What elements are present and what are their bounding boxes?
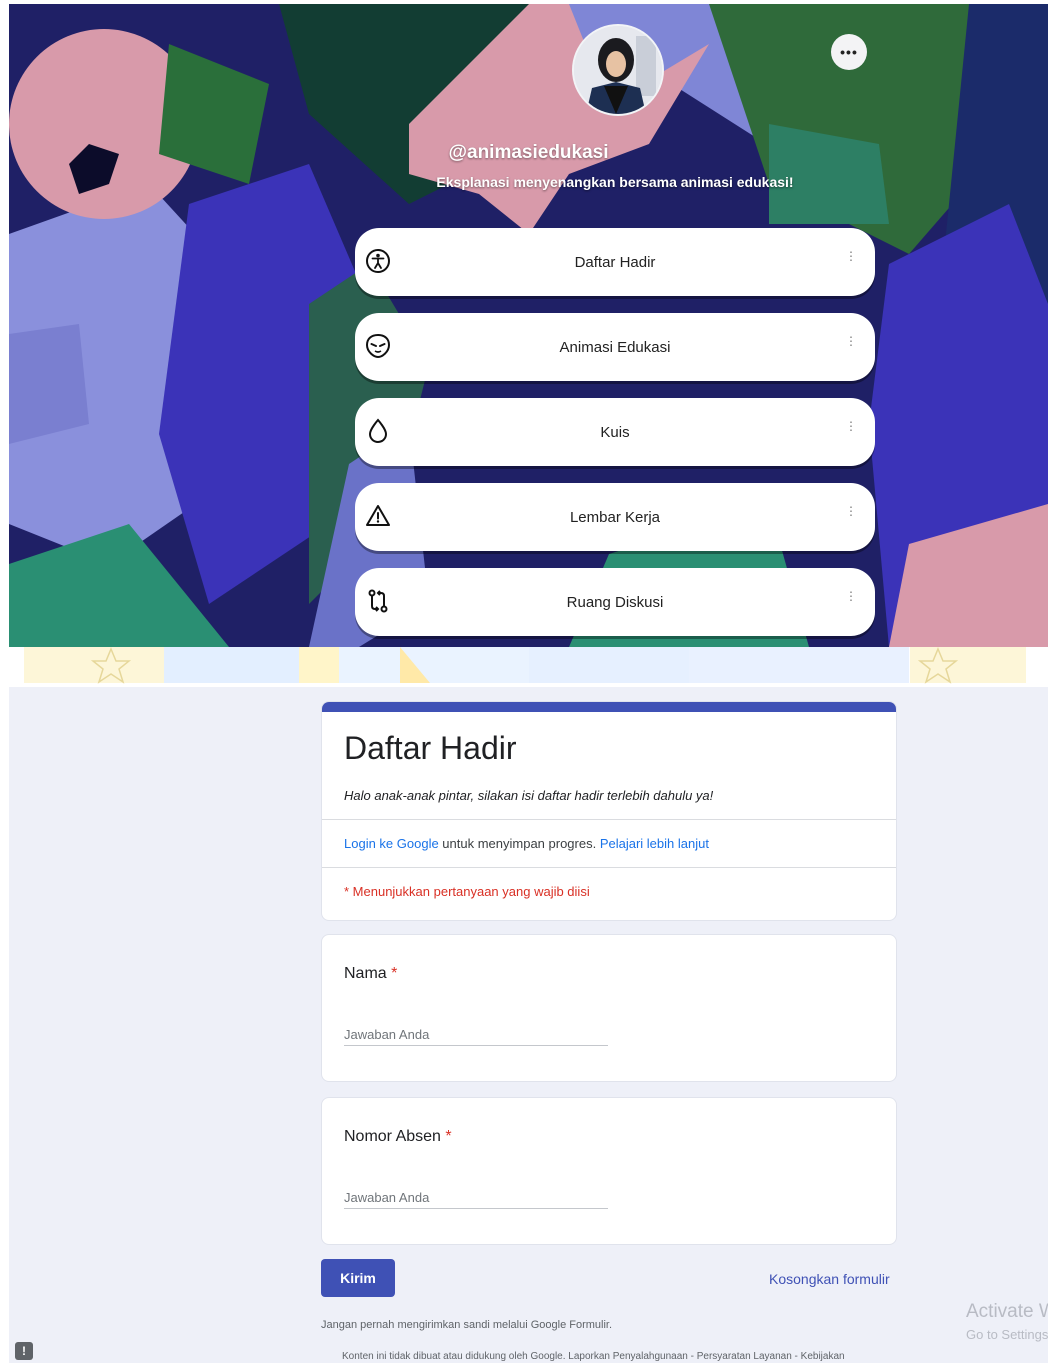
password-warning: Jangan pernah mengirimkan sandi melalui … — [321, 1319, 613, 1331]
stripes-decoration — [24, 647, 1026, 684]
required-star: * — [391, 965, 398, 982]
question-card-nomor-absen: Nomor Absen * — [321, 1097, 897, 1245]
login-notice: Login ke Google untuk menyimpan progres.… — [344, 836, 709, 851]
link-title: Ruang Diskusi — [566, 593, 664, 611]
profile-handle: @animasiedukasi — [448, 142, 609, 163]
question-card-nama: Nama * — [321, 934, 897, 1082]
link-more-icon[interactable]: ⋮ — [845, 505, 857, 517]
link-more-icon[interactable]: ⋮ — [845, 250, 857, 262]
link-card-ruang-diskusi[interactable]: Ruang Diskusi ⋮ — [355, 568, 875, 636]
required-star: * — [445, 1128, 452, 1145]
link-more-icon[interactable]: ⋮ — [845, 590, 857, 602]
linktree-panel: ••• @animasiedukasi Eksplanasi menyenang… — [9, 4, 1048, 647]
footer-note: Konten ini tidak dibuat atau didukung ol… — [342, 1351, 845, 1362]
avatar-photo — [574, 26, 662, 114]
divider — [322, 819, 896, 820]
login-text: untuk menyimpan progres. — [438, 836, 600, 851]
nama-input[interactable] — [344, 1023, 608, 1046]
link-card-lembar-kerja[interactable]: Lembar Kerja ⋮ — [355, 483, 875, 551]
divider — [322, 867, 896, 868]
question-label: Nomor Absen * — [344, 1128, 452, 1145]
decorative-strip — [0, 647, 1048, 687]
link-title: Animasi Edukasi — [559, 338, 671, 356]
form-title: Daftar Hadir — [344, 730, 517, 766]
activate-windows-watermark: Activate W Go to Settings — [966, 1301, 1048, 1342]
link-title: Lembar Kerja — [569, 508, 661, 526]
report-problem-icon[interactable]: ! — [15, 1342, 33, 1360]
login-google-link[interactable]: Login ke Google — [344, 836, 439, 851]
profile-more-button[interactable]: ••• — [831, 34, 867, 70]
link-card-kuis[interactable]: Kuis ⋮ — [355, 398, 875, 466]
submit-button[interactable]: Kirim — [321, 1259, 395, 1297]
accessibility-icon — [366, 249, 390, 273]
link-more-icon[interactable]: ⋮ — [845, 420, 857, 432]
google-form: Daftar Hadir Halo anak-anak pintar, sila… — [9, 687, 1048, 1363]
warning-triangle-icon — [366, 505, 390, 526]
link-more-icon[interactable]: ⋮ — [845, 335, 857, 347]
link-title: Daftar Hadir — [574, 253, 656, 271]
profile-bio: Eksplanasi menyenangkan bersama animasi … — [436, 174, 794, 190]
form-accent-bar — [322, 702, 896, 712]
pull-request-icon — [368, 589, 388, 613]
learn-more-link[interactable]: Pelajari lebih lanjut — [600, 836, 709, 851]
link-card-daftar-hadir[interactable]: Daftar Hadir ⋮ — [355, 228, 875, 296]
clear-form-link[interactable]: Kosongkan formulir — [769, 1271, 890, 1287]
nomor-absen-input[interactable] — [344, 1186, 608, 1209]
required-note: * Menunjukkan pertanyaan yang wajib diis… — [344, 884, 590, 899]
water-drop-icon — [368, 418, 388, 444]
form-description: Halo anak-anak pintar, silakan isi dafta… — [344, 788, 714, 803]
link-card-animasi-edukasi[interactable]: Animasi Edukasi ⋮ — [355, 313, 875, 381]
profile-avatar — [572, 24, 664, 116]
link-title: Kuis — [600, 423, 630, 441]
form-header-card: Daftar Hadir Halo anak-anak pintar, sila… — [321, 701, 897, 921]
alien-face-icon — [365, 333, 391, 359]
question-label: Nama * — [344, 965, 398, 982]
